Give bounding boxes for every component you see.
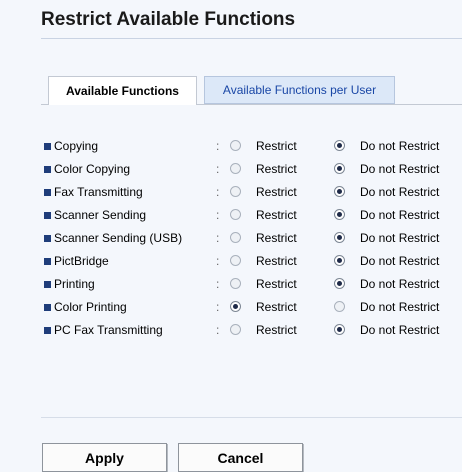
restrict-radio[interactable] [230,324,241,335]
do-not-restrict-label[interactable]: Do not Restrict [360,323,439,337]
do-not-restrict-label[interactable]: Do not Restrict [360,139,439,153]
page-title: Restrict Available Functions [41,9,296,30]
restrict-label[interactable]: Restrict [256,208,297,222]
do-not-restrict-radio[interactable] [334,186,345,197]
do-not-restrict-label[interactable]: Do not Restrict [360,162,439,176]
separator: : [216,208,220,222]
restrict-radio[interactable] [230,163,241,174]
restrict-label[interactable]: Restrict [256,185,297,199]
function-row-color-printing: Color Printing : Restrict Do not Restric… [44,295,462,318]
separator: : [216,185,220,199]
bullet-icon [44,258,51,265]
do-not-restrict-radio[interactable] [334,163,345,174]
do-not-restrict-radio[interactable] [334,278,345,289]
restrict-radio[interactable] [230,140,241,151]
do-not-restrict-radio[interactable] [334,209,345,220]
restrict-label[interactable]: Restrict [256,231,297,245]
bullet-icon [44,212,51,219]
function-label: PictBridge [54,254,109,268]
function-row-color-copying: Color Copying : Restrict Do not Restrict [44,157,462,180]
separator: : [216,277,220,291]
title-divider [41,38,462,39]
do-not-restrict-radio[interactable] [334,255,345,266]
function-label: Fax Transmitting [54,185,143,199]
restrict-label[interactable]: Restrict [256,300,297,314]
footer-divider [41,417,462,418]
do-not-restrict-radio[interactable] [334,140,345,151]
function-row-printing: Printing : Restrict Do not Restrict [44,272,462,295]
restrict-radio[interactable] [230,209,241,220]
do-not-restrict-label[interactable]: Do not Restrict [360,254,439,268]
bullet-icon [44,327,51,334]
do-not-restrict-label[interactable]: Do not Restrict [360,208,439,222]
separator: : [216,323,220,337]
bullet-icon [44,304,51,311]
function-row-pc-fax-transmitting: PC Fax Transmitting : Restrict Do not Re… [44,318,462,341]
restrict-label[interactable]: Restrict [256,323,297,337]
separator: : [216,300,220,314]
restrict-label[interactable]: Restrict [256,254,297,268]
tab-available-functions-per-user[interactable]: Available Functions per User [204,76,395,104]
separator: : [216,162,220,176]
function-label: Scanner Sending [54,208,147,222]
restrict-radio[interactable] [230,278,241,289]
function-label: PC Fax Transmitting [54,323,163,337]
function-row-pictbridge: PictBridge : Restrict Do not Restrict [44,249,462,272]
do-not-restrict-radio[interactable] [334,324,345,335]
restrict-radio[interactable] [230,255,241,266]
bullet-icon [44,189,51,196]
function-label: Copying [54,139,99,153]
bullet-icon [44,281,51,288]
function-label: Printing [54,277,95,291]
restrict-radio[interactable] [230,186,241,197]
do-not-restrict-label[interactable]: Do not Restrict [360,300,439,314]
function-label: Scanner Sending (USB) [54,231,183,245]
restrict-radio[interactable] [230,232,241,243]
do-not-restrict-label[interactable]: Do not Restrict [360,185,439,199]
apply-button[interactable]: Apply [42,443,167,472]
function-label: Color Copying [54,162,131,176]
function-label: Color Printing [54,300,127,314]
bullet-icon [44,235,51,242]
do-not-restrict-radio[interactable] [334,301,345,312]
separator: : [216,139,220,153]
restrict-label[interactable]: Restrict [256,277,297,291]
bullet-icon [44,143,51,150]
function-row-fax-transmitting: Fax Transmitting : Restrict Do not Restr… [44,180,462,203]
separator: : [216,254,220,268]
functions-list: Copying : Restrict Do not Restrict Color… [44,134,462,341]
separator: : [216,231,220,245]
function-row-copying: Copying : Restrict Do not Restrict [44,134,462,157]
do-not-restrict-label[interactable]: Do not Restrict [360,277,439,291]
restrict-label[interactable]: Restrict [256,139,297,153]
restrict-radio[interactable] [230,301,241,312]
do-not-restrict-radio[interactable] [334,232,345,243]
function-row-scanner-sending-usb: Scanner Sending (USB) : Restrict Do not … [44,226,462,249]
tab-available-functions[interactable]: Available Functions [48,76,197,105]
bullet-icon [44,166,51,173]
restrict-label[interactable]: Restrict [256,162,297,176]
function-row-scanner-sending: Scanner Sending : Restrict Do not Restri… [44,203,462,226]
do-not-restrict-label[interactable]: Do not Restrict [360,231,439,245]
cancel-button[interactable]: Cancel [178,443,303,472]
